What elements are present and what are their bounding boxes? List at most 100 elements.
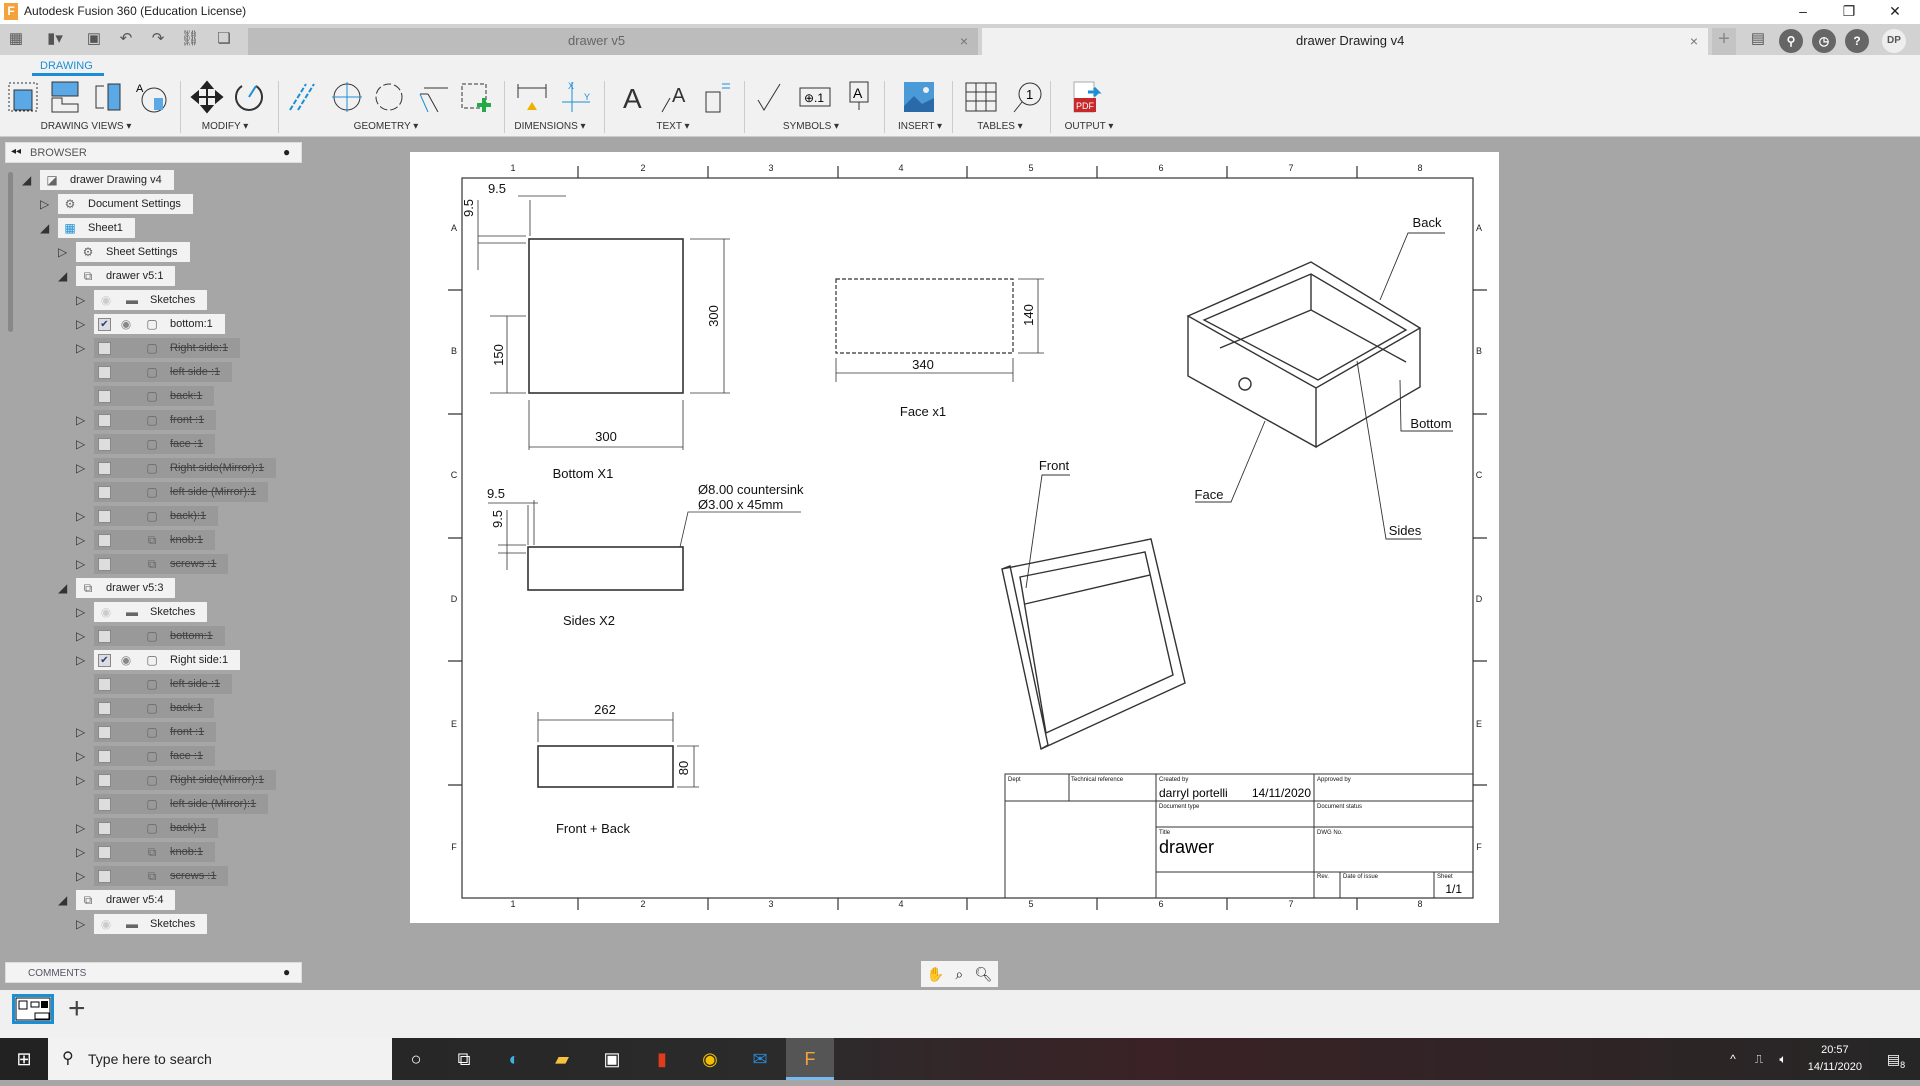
tree-item-box[interactable]: ▢ left side :1 [94,362,233,382]
tree-item-box[interactable]: ◉ ▬ Sketches [94,602,208,622]
collapse-triangle-icon[interactable]: ◢ [58,890,72,910]
centerline-icon[interactable] [286,80,320,114]
suppress-checkbox[interactable] [98,701,111,715]
taskbar-search-input[interactable]: ⚲ Type here to search [48,1038,392,1080]
pdf-export-icon[interactable]: PDF [1070,80,1104,114]
expand-triangle-icon[interactable]: ▷ [76,770,90,790]
tree-item-box[interactable]: ▢ left side (Mirror):1 [94,482,269,502]
browser-panel-header[interactable]: ◂◂ BROWSER ● [5,142,302,163]
collapse-triangle-icon[interactable]: ◢ [22,170,36,190]
workspace-tab-drawing[interactable]: DRAWING [40,60,93,72]
expand-triangle-icon[interactable]: ▷ [58,242,72,262]
expand-triangle-icon[interactable]: ▷ [76,458,90,478]
network-icon[interactable]: ⎍ [1746,1038,1772,1080]
tree-item-box[interactable]: ✔ ◉ ▢ Right side:1 [94,650,241,670]
feature-control-frame-icon[interactable]: ⊕.1 [798,80,832,114]
notifications-icon[interactable]: ▤ [1746,28,1770,50]
suppress-checkbox[interactable] [98,629,111,643]
eye-hidden-icon[interactable]: ◉ [98,605,114,619]
tree-item-box[interactable]: ▢ back):1 [94,506,219,526]
suppress-checkbox[interactable] [98,773,111,787]
fit-zoom-icon[interactable]: 🔍︎ [975,966,993,983]
tree-item-box[interactable]: ▢ back:1 [94,386,215,406]
tree-item-box[interactable]: ▢ left side (Mirror):1 [94,794,269,814]
tree-item-box[interactable]: ▢ Right side(Mirror):1 [94,458,277,478]
expand-triangle-icon[interactable]: ▷ [76,914,90,934]
suppress-checkbox[interactable] [98,485,111,499]
tree-item-box[interactable]: ▢ front :1 [94,722,217,742]
leader-text-icon[interactable]: A [658,80,692,114]
suppress-checkbox[interactable] [98,341,111,355]
suppress-checkbox[interactable]: ✔ [98,653,111,667]
edge-extension-icon[interactable] [416,80,450,114]
tree-item-box[interactable]: ⧉ knob:1 [94,842,216,862]
collapse-triangle-icon[interactable]: ◢ [58,266,72,286]
tree-item-box[interactable]: ▢ back):1 [94,818,219,838]
copy-icon[interactable]: ❏ [212,28,236,50]
expand-triangle-icon[interactable]: ▷ [76,866,90,886]
minimize-button[interactable]: – [1780,0,1826,24]
table-icon[interactable] [964,80,998,114]
expand-triangle-icon[interactable]: ▷ [76,434,90,454]
user-avatar[interactable]: DP [1882,29,1906,53]
expand-triangle-icon[interactable]: ▷ [76,650,90,670]
tree-item-box[interactable]: ▢ face :1 [94,434,216,454]
tree-item-box[interactable]: ▢ Right side(Mirror):1 [94,770,277,790]
eye-hidden-icon[interactable]: ◉ [98,917,114,931]
tree-item-box[interactable]: ⧉ screws :1 [94,866,229,886]
file-menu-icon[interactable]: ▮▾ [38,28,72,50]
tree-item-box[interactable]: ⧉ drawer v5:1 [76,266,176,286]
collapse-panel-icon[interactable]: ◂◂ [11,146,21,157]
suppress-checkbox[interactable] [98,869,111,883]
data-panel-grid-icon[interactable]: ▦ [4,28,28,50]
suppress-checkbox[interactable] [98,677,111,691]
expand-triangle-icon[interactable]: ▷ [76,290,90,310]
suppress-checkbox[interactable] [98,413,111,427]
help-icon[interactable]: ? [1845,29,1869,53]
mail-icon[interactable]: ✉ [736,1038,784,1080]
undo-icon[interactable]: ↶ [114,28,138,50]
tree-item-box[interactable]: ▢ left side :1 [94,674,233,694]
tree-item-box[interactable]: ◉ ▬ Sketches [94,290,208,310]
expand-triangle-icon[interactable]: ▷ [76,338,90,358]
tree-item-box[interactable]: ▦ Sheet1 [58,218,135,238]
suppress-checkbox[interactable] [98,461,111,475]
tray-chevron-icon[interactable]: ^ [1720,1038,1746,1080]
add-comment-icon[interactable]: ● [283,965,290,979]
close-button[interactable]: ✕ [1872,0,1918,24]
tree-item-box[interactable]: ⚙ Sheet Settings [76,242,190,262]
surface-texture-icon[interactable] [754,80,788,114]
fusion-taskbar-icon[interactable]: F [786,1038,834,1080]
suppress-checkbox[interactable] [98,389,111,403]
tab-drawer-v5[interactable]: drawer v5 × [248,28,978,55]
new-tab-plus-icon[interactable]: + [1712,28,1736,55]
suppress-checkbox[interactable] [98,797,111,811]
tree-item-box[interactable]: ◪ drawer Drawing v4 [40,170,174,190]
expand-triangle-icon[interactable]: ▷ [76,506,90,526]
suppress-checkbox[interactable] [98,749,111,763]
taskbar-clock[interactable]: 20:57 14/11/2020 [1808,1042,1862,1076]
task-view-icon[interactable]: ⧉ [440,1038,488,1080]
action-center-icon[interactable]: ▤8 [1872,1038,1920,1080]
tree-item-box[interactable]: ⧉ screws :1 [94,554,229,574]
group-tables[interactable]: TABLES ▾ [977,121,1022,132]
group-drawing-views[interactable]: DRAWING VIEWS ▾ [41,121,132,132]
tree-item-box[interactable]: ▢ front :1 [94,410,217,430]
suppress-checkbox[interactable] [98,821,111,835]
eye-icon[interactable]: ◉ [118,317,134,331]
browser-scrollbar[interactable] [8,172,13,332]
center-mark-pattern-icon[interactable] [372,80,406,114]
cortana-icon[interactable]: ○ [392,1038,440,1080]
sheet-thumbnail[interactable] [12,994,54,1024]
edge-browser-icon[interactable]: ◐ [490,1038,538,1080]
eye-hidden-icon[interactable]: ◉ [98,293,114,307]
restore-button[interactable]: ❐ [1826,0,1872,24]
text-icon[interactable]: A [616,80,650,114]
zoom-window-icon[interactable]: ⌕ [955,966,963,983]
file-explorer-icon[interactable]: ▰ [538,1038,586,1080]
tree-item-box[interactable]: ▢ back:1 [94,698,215,718]
tree-item-box[interactable]: ▢ bottom:1 [94,626,225,646]
balloon-number-icon[interactable]: 1 [1010,80,1044,114]
projected-view-icon[interactable] [48,80,82,114]
store-icon[interactable]: ▣ [588,1038,636,1080]
